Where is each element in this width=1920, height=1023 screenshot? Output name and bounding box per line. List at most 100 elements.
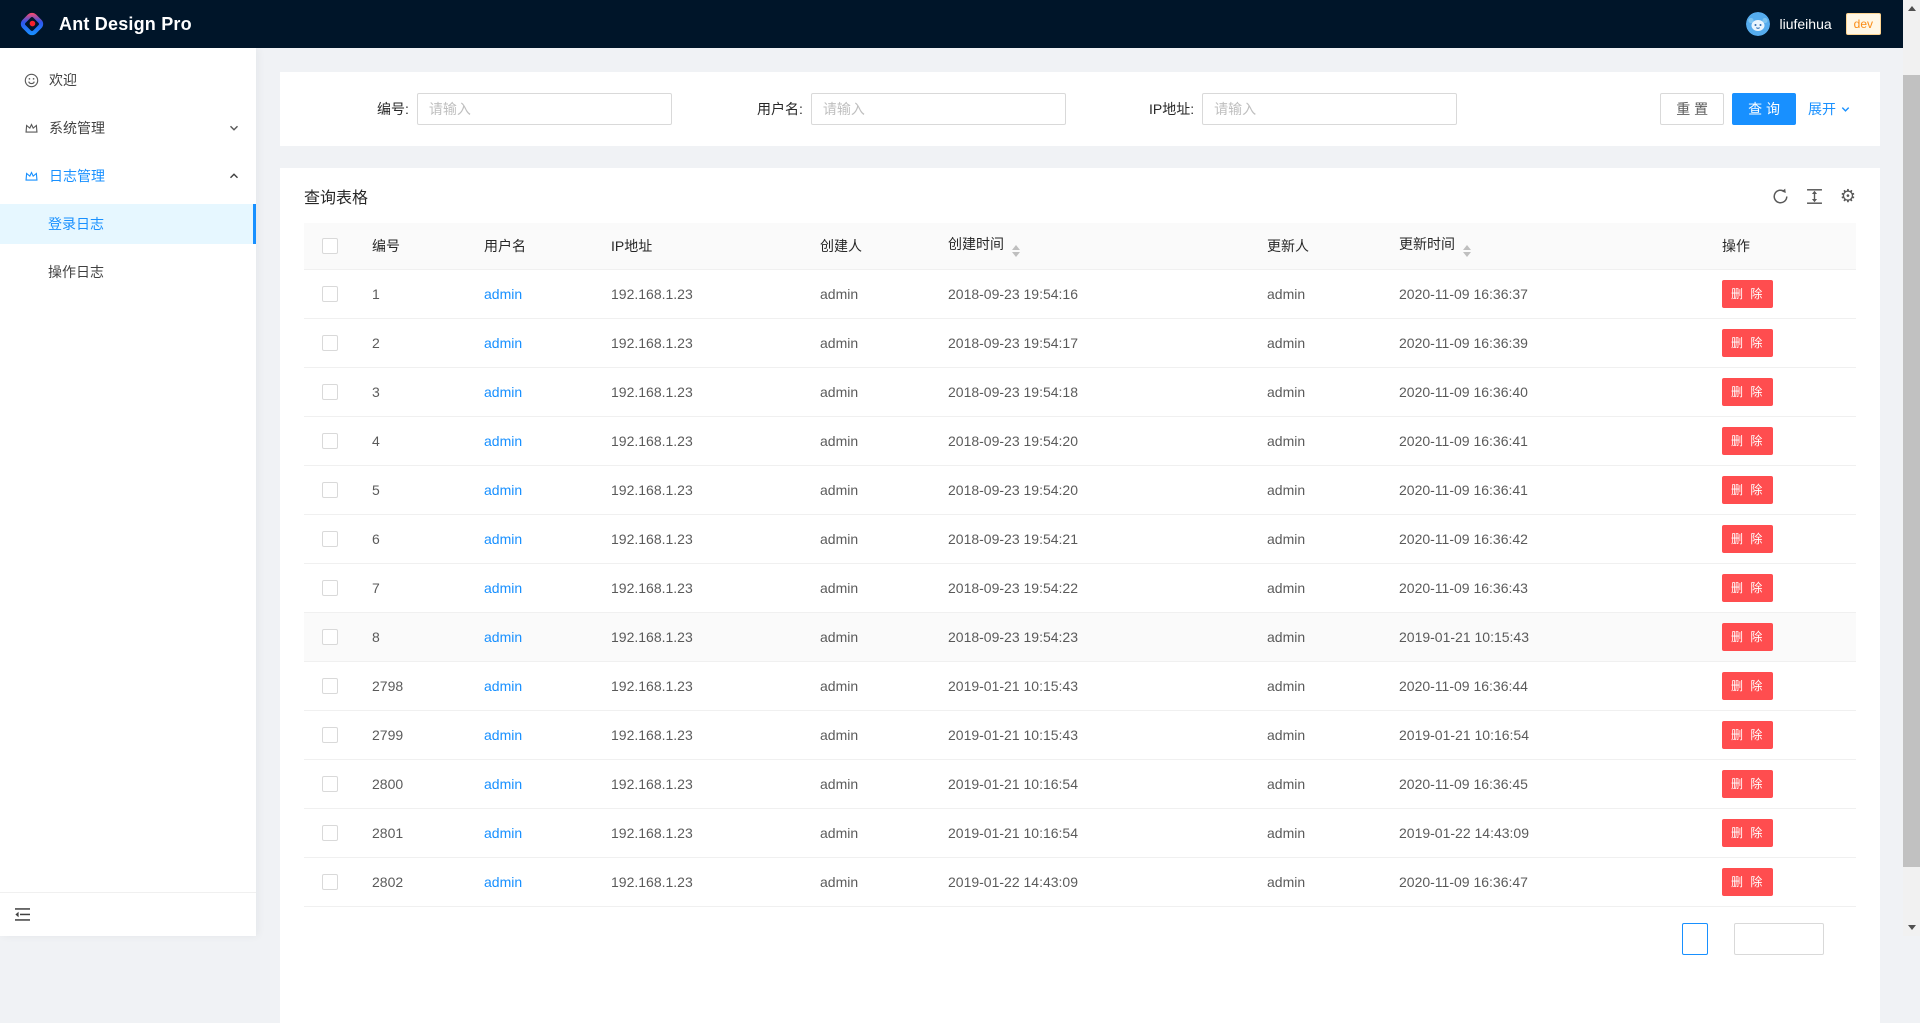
delete-button[interactable]: 删 除: [1722, 623, 1773, 651]
cell-updated: 2020-11-09 16:36:47: [1383, 857, 1706, 906]
cell-created: 2018-09-23 19:54:18: [932, 367, 1251, 416]
sidebar-item-welcome[interactable]: 欢迎: [0, 60, 256, 100]
page-size-select[interactable]: [1734, 923, 1824, 955]
reload-icon[interactable]: [1772, 188, 1789, 205]
table-row: 2800admin192.168.1.23admin2019-01-21 10:…: [304, 759, 1856, 808]
cell-ip: 192.168.1.23: [595, 367, 804, 416]
row-checkbox[interactable]: [322, 286, 338, 302]
scroll-down-arrow[interactable]: [1903, 919, 1920, 936]
ip-input[interactable]: [1202, 93, 1457, 125]
delete-button[interactable]: 删 除: [1722, 476, 1773, 504]
cell-id: 1: [356, 269, 468, 318]
username-link[interactable]: admin: [484, 531, 522, 547]
username-link[interactable]: admin: [484, 335, 522, 351]
delete-button[interactable]: 删 除: [1722, 525, 1773, 553]
username-link[interactable]: admin: [484, 433, 522, 449]
scrollbar-thumb[interactable]: [1903, 75, 1920, 867]
cell-ip: 192.168.1.23: [595, 318, 804, 367]
sidebar-collapse-trigger[interactable]: [0, 892, 256, 936]
username-link[interactable]: admin: [484, 580, 522, 596]
user-name[interactable]: liufeihua: [1779, 16, 1831, 32]
smile-icon: [24, 73, 39, 88]
row-checkbox[interactable]: [322, 580, 338, 596]
cell-id: 5: [356, 465, 468, 514]
delete-button[interactable]: 删 除: [1722, 574, 1773, 602]
row-checkbox[interactable]: [322, 384, 338, 400]
delete-button[interactable]: 删 除: [1722, 721, 1773, 749]
cell-ip: 192.168.1.23: [595, 808, 804, 857]
cell-id: 8: [356, 612, 468, 661]
pagination-page-button[interactable]: [1682, 923, 1708, 955]
table-row: 2admin192.168.1.23admin2018-09-23 19:54:…: [304, 318, 1856, 367]
cell-ip: 192.168.1.23: [595, 465, 804, 514]
cell-ip: 192.168.1.23: [595, 612, 804, 661]
column-height-icon[interactable]: [1806, 188, 1823, 205]
delete-button[interactable]: 删 除: [1722, 868, 1773, 896]
delete-button[interactable]: 删 除: [1722, 427, 1773, 455]
avatar[interactable]: [1746, 12, 1770, 36]
column-header-updated[interactable]: 更新时间: [1383, 223, 1706, 269]
username-link[interactable]: admin: [484, 825, 522, 841]
env-tag: dev: [1846, 13, 1881, 35]
cell-ip: 192.168.1.23: [595, 661, 804, 710]
row-checkbox[interactable]: [322, 531, 338, 547]
settings-icon[interactable]: ⚙: [1840, 188, 1856, 204]
row-checkbox[interactable]: [322, 433, 338, 449]
row-checkbox[interactable]: [322, 482, 338, 498]
delete-button[interactable]: 删 除: [1722, 280, 1773, 308]
row-checkbox[interactable]: [322, 874, 338, 890]
id-input[interactable]: [417, 93, 672, 125]
row-checkbox[interactable]: [322, 678, 338, 694]
delete-button[interactable]: 删 除: [1722, 329, 1773, 357]
username-link[interactable]: admin: [484, 776, 522, 792]
cell-id: 4: [356, 416, 468, 465]
query-button[interactable]: 查 询: [1732, 93, 1796, 125]
sidebar-item-operation-log[interactable]: 操作日志: [0, 252, 256, 292]
row-checkbox[interactable]: [322, 825, 338, 841]
column-header-username: 用户名: [468, 223, 595, 269]
sidebar-item-login-log[interactable]: 登录日志: [0, 204, 256, 244]
sidebar-item-system-management[interactable]: 系统管理: [0, 108, 256, 148]
cell-id: 2800: [356, 759, 468, 808]
username-link[interactable]: admin: [484, 678, 522, 694]
expand-link[interactable]: 展开: [1808, 99, 1851, 119]
sidebar-item-label: 操作日志: [48, 262, 104, 282]
cell-creator: admin: [804, 759, 932, 808]
cell-updated: 2019-01-21 10:16:54: [1383, 710, 1706, 759]
table-row: 7admin192.168.1.23admin2018-09-23 19:54:…: [304, 563, 1856, 612]
data-table: 编号 用户名 IP地址 创建人 创建时间 更新人 更新时间 操作 1admin1…: [304, 223, 1856, 907]
cell-created: 2019-01-21 10:16:54: [932, 808, 1251, 857]
column-header-created[interactable]: 创建时间: [932, 223, 1251, 269]
cell-id: 3: [356, 367, 468, 416]
username-input[interactable]: [811, 93, 1066, 125]
cell-id: 2: [356, 318, 468, 367]
cell-updated: 2019-01-22 14:43:09: [1383, 808, 1706, 857]
reset-button[interactable]: 重 置: [1660, 93, 1724, 125]
username-link[interactable]: admin: [484, 482, 522, 498]
row-checkbox[interactable]: [322, 629, 338, 645]
row-checkbox[interactable]: [322, 335, 338, 351]
delete-button[interactable]: 删 除: [1722, 378, 1773, 406]
cell-updated: 2020-11-09 16:36:37: [1383, 269, 1706, 318]
sidebar-item-log-management[interactable]: 日志管理: [0, 156, 256, 196]
delete-button[interactable]: 删 除: [1722, 819, 1773, 847]
username-link[interactable]: admin: [484, 629, 522, 645]
select-all-checkbox[interactable]: [322, 238, 338, 254]
delete-button[interactable]: 删 除: [1722, 672, 1773, 700]
cell-id: 2801: [356, 808, 468, 857]
cell-created: 2018-09-23 19:54:22: [932, 563, 1251, 612]
chevron-up-icon: [228, 170, 240, 182]
username-link[interactable]: admin: [484, 286, 522, 302]
logo[interactable]: Ant Design Pro: [17, 9, 192, 39]
cell-updater: admin: [1251, 857, 1383, 906]
delete-button[interactable]: 删 除: [1722, 770, 1773, 798]
cell-updated: 2020-11-09 16:36:39: [1383, 318, 1706, 367]
field-label-id: 编号:: [377, 99, 409, 119]
scroll-up-arrow[interactable]: [1903, 0, 1920, 17]
username-link[interactable]: admin: [484, 727, 522, 743]
row-checkbox[interactable]: [322, 727, 338, 743]
username-link[interactable]: admin: [484, 384, 522, 400]
cell-created: 2018-09-23 19:54:21: [932, 514, 1251, 563]
username-link[interactable]: admin: [484, 874, 522, 890]
row-checkbox[interactable]: [322, 776, 338, 792]
